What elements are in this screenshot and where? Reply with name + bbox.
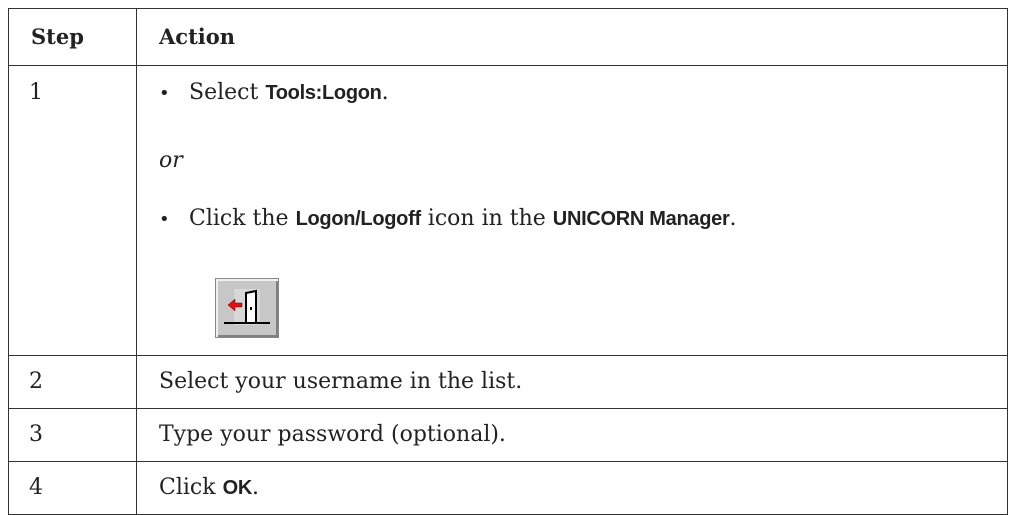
steps-table: Step Action 1 • Select Tools:Logon. or • C… xyxy=(8,8,1008,515)
table-row: 2 Select your username in the list. xyxy=(8,355,1008,409)
app-name: UNICORN Manager xyxy=(552,208,730,230)
menu-path: Tools:Logon xyxy=(265,82,382,104)
table-row: 1 • Select Tools:Logon. or • Click the Log… xyxy=(8,65,1008,356)
action-cell: Select your username in the list. xyxy=(136,355,1008,409)
action-line-click: • Click the Logon/Logoff icon in the UNIC… xyxy=(159,206,737,231)
door-arrow-icon xyxy=(224,289,270,325)
step-cell: 1 xyxy=(8,65,137,356)
action-cell: • Select Tools:Logon. or • Click the Logon… xyxy=(136,65,1008,356)
action-cell: Type your password (optional). xyxy=(136,408,1008,462)
bullet: • xyxy=(159,83,170,104)
step-header: Step xyxy=(8,8,137,66)
step-cell: 4 xyxy=(8,461,137,515)
action-header: Action xyxy=(136,8,1008,66)
step-cell: 3 xyxy=(8,408,137,462)
table-row: 4 Click OK. xyxy=(8,461,1008,515)
action-line-select: • Select Tools:Logon. xyxy=(159,80,389,105)
logon-logoff-icon xyxy=(215,278,279,338)
action-cell: Click OK. xyxy=(136,461,1008,515)
table-row: 3 Type your password (optional). xyxy=(8,408,1008,462)
or-text: or xyxy=(159,148,183,173)
step-cell: 2 xyxy=(8,355,137,409)
bullet: • xyxy=(159,209,170,230)
header-row: Step Action xyxy=(8,8,1008,66)
icon-name: Logon/Logoff xyxy=(295,208,422,230)
ok-label: OK xyxy=(222,477,253,499)
